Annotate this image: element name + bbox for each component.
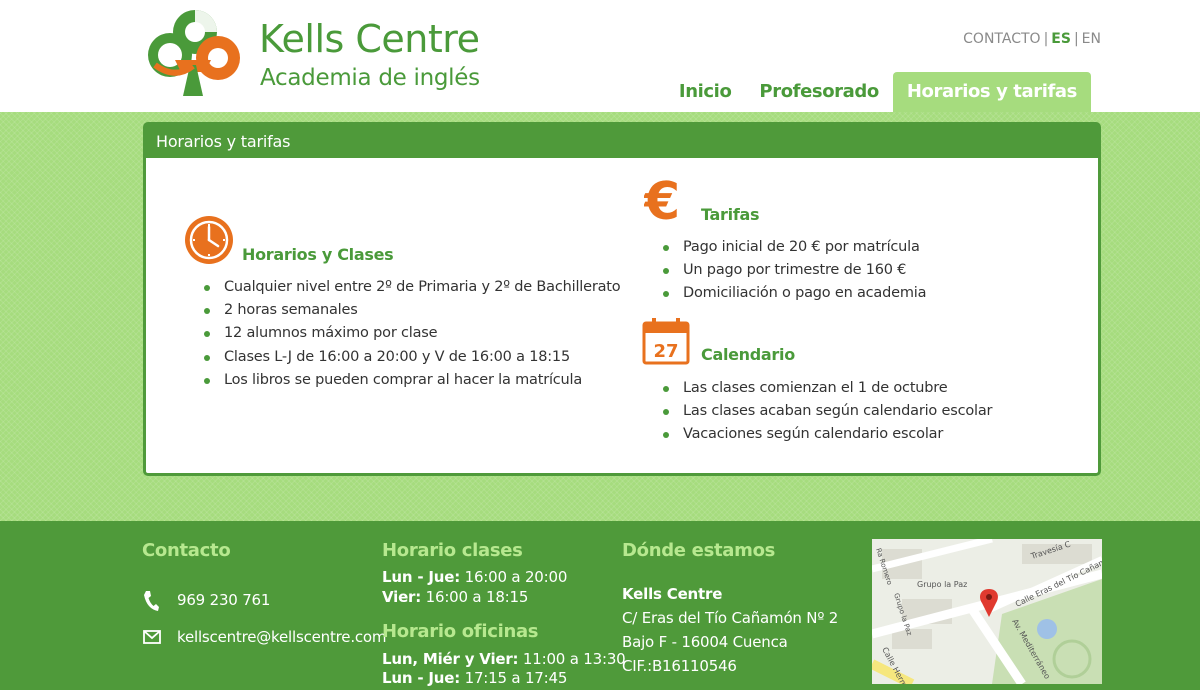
horario-oficinas-line1: Lun, Miér y Vier: 11:00 a 13:30	[382, 650, 626, 668]
lang-en-link[interactable]: EN	[1082, 31, 1101, 47]
list-item: 12 alumnos máximo por clase	[201, 322, 620, 345]
content-panel: Horarios y tarifas Horarios y Clases Cua…	[143, 122, 1101, 476]
footer-cif: CIF.:B16110546	[622, 657, 737, 675]
contact-link[interactable]: CONTACTO	[963, 31, 1040, 47]
footer-phone[interactable]: 969 230 761	[177, 591, 270, 609]
calendario-title: Calendario	[701, 345, 795, 364]
main-nav: Inicio Profesorado Horarios y tarifas	[665, 72, 1091, 112]
footer-address1: C/ Eras del Tío Cañamón Nº 2	[622, 609, 839, 627]
footer-email[interactable]: kellscentre@kellscentre.com	[177, 628, 387, 646]
clock-icon	[185, 216, 233, 264]
lang-es-link[interactable]: ES	[1051, 31, 1071, 47]
nav-horarios-tarifas[interactable]: Horarios y tarifas	[892, 72, 1091, 112]
horarios-title: Horarios y Clases	[242, 245, 394, 264]
list-item: Vacaciones según calendario escolar	[660, 423, 992, 446]
list-item: Las clases comienzan el 1 de octubre	[660, 377, 992, 400]
calendar-day: 27	[653, 341, 678, 362]
horarios-list: Cualquier nivel entre 2º de Primaria y 2…	[201, 276, 621, 392]
euro-icon: €	[644, 173, 680, 225]
list-item: Domiciliación o pago en academia	[660, 282, 926, 305]
horario-clases-line1: Lun - Jue: 16:00 a 20:00	[382, 568, 568, 586]
calendario-list: Las clases comienzan el 1 de octubre Las…	[660, 377, 993, 447]
footer-horario-clases-title: Horario clases	[382, 540, 523, 561]
horario-clases-line2: Vier: 16:00 a 18:15	[382, 588, 529, 606]
list-item: Pago inicial de 20 € por matrícula	[660, 236, 926, 259]
nav-inicio[interactable]: Inicio	[665, 72, 746, 112]
location-map[interactable]: Calle Eras del Tío Cañamón Av. Mediterrá…	[872, 539, 1102, 684]
phone-icon	[144, 591, 159, 611]
map-label: Grupo la Paz	[917, 580, 967, 589]
footer-contacto-title: Contacto	[142, 540, 231, 561]
svg-text:€: €	[644, 173, 680, 225]
horario-oficinas-line2: Lun - Jue: 17:15 a 17:45	[382, 669, 568, 687]
tarifas-title: Tarifas	[701, 205, 760, 224]
site-title[interactable]: Kells Centre	[259, 20, 480, 58]
list-item: Un pago por trimestre de 160 €	[660, 259, 926, 282]
nav-profesorado[interactable]: Profesorado	[745, 72, 892, 112]
list-item: Clases L-J de 16:00 a 20:00 y V de 16:00…	[201, 346, 620, 369]
separator: |	[1073, 31, 1079, 47]
footer-address2: Bajo F - 16004 Cuenca	[622, 633, 788, 651]
site-subtitle: Academia de inglés	[260, 65, 480, 91]
separator: |	[1043, 31, 1049, 47]
footer-business-name: Kells Centre	[622, 585, 723, 603]
tarifas-list: Pago inicial de 20 € por matrícula Un pa…	[660, 236, 926, 306]
list-item: Cualquier nivel entre 2º de Primaria y 2…	[201, 276, 621, 299]
list-item: 2 horas semanales	[201, 299, 620, 322]
top-links: CONTACTO | ES | EN	[963, 31, 1101, 47]
footer-donde-title: Dónde estamos	[622, 540, 776, 561]
calendar-icon: 27	[642, 318, 690, 365]
list-item: Los libros se pueden comprar al hacer la…	[201, 369, 620, 392]
panel-title: Horarios y tarifas	[146, 125, 1098, 158]
map-graphic: Calle Eras del Tío Cañamón Av. Mediterrá…	[872, 539, 1102, 684]
shamrock-logo-icon[interactable]	[145, 10, 241, 98]
list-item: Las clases acaban según calendario escol…	[660, 400, 993, 423]
footer-horario-oficinas-title: Horario oficinas	[382, 621, 539, 642]
mail-icon	[143, 630, 161, 644]
site-header: Kells Centre Academia de inglés CONTACTO…	[0, 0, 1200, 112]
